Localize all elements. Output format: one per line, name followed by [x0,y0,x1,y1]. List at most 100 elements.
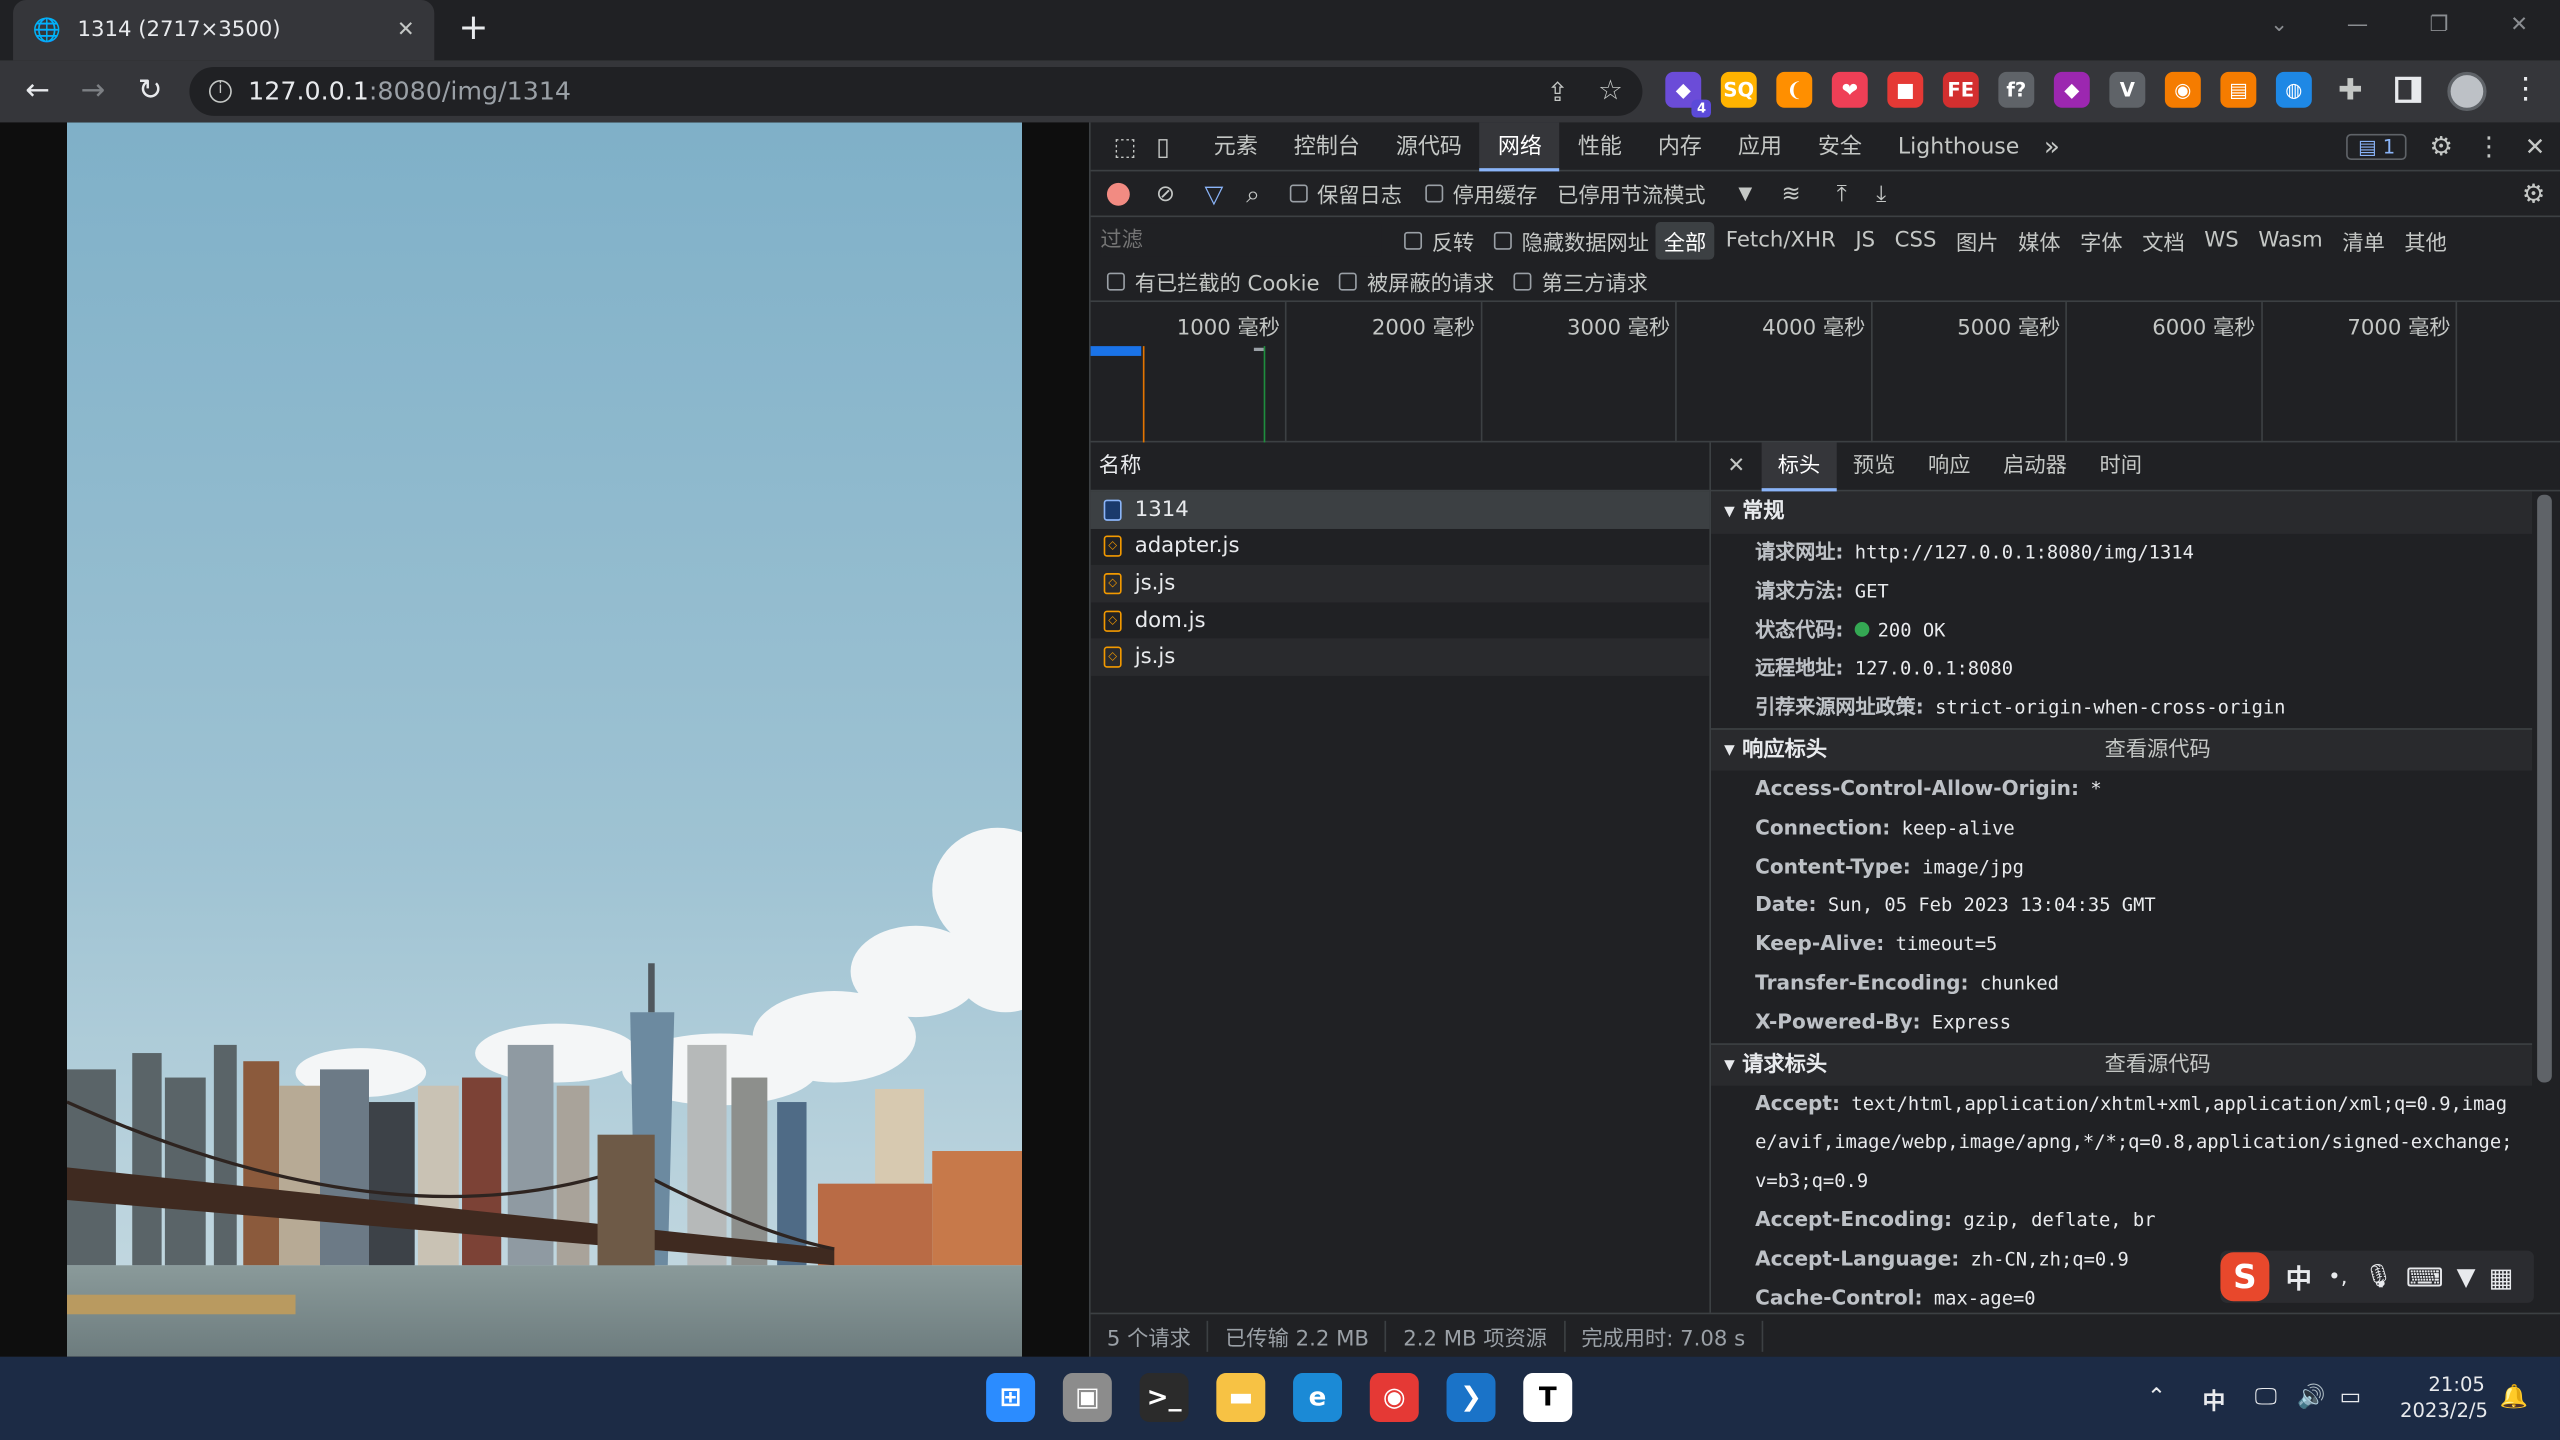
address-bar[interactable]: i 127.0.0.1:8080/img/1314 ⇪ ☆ [189,66,1643,116]
extensions-puzzle-icon[interactable]: ✚ [2338,73,2363,107]
ext-fx-icon[interactable]: f? [1998,71,2035,108]
ext-gem-icon[interactable]: ◆ [2053,71,2090,108]
clock[interactable]: 21:05 2023/2/5 [2400,1371,2488,1423]
sogou-logo-icon[interactable]: S [2220,1252,2270,1302]
network-conditions-icon[interactable]: ≋ [1782,180,1801,206]
task-view-icon[interactable]: ▣ [1062,1373,1112,1423]
type-filter[interactable]: JS [1847,224,1883,255]
tab-close-icon[interactable]: ✕ [397,18,415,42]
filter-icon[interactable]: ▽ [1204,179,1223,208]
details-scrollbar[interactable] [2532,488,2555,1312]
type-filter[interactable]: 媒体 [2010,221,2069,259]
type-filter[interactable]: WS [2196,224,2247,255]
request-row[interactable]: ◇ js.js [1090,565,1710,603]
ext-cookie-icon[interactable]: ◉ [2164,71,2201,108]
filter-input[interactable] [1100,223,1382,257]
chrome-menu-icon[interactable]: ⋮ [2511,72,2540,106]
details-tab[interactable]: 响应 [1912,442,1987,491]
network-overview-timeline[interactable]: 1000 毫秒 2000 毫秒 3000 毫秒 4000 毫秒 5000 毫秒 6000 … [1090,302,2560,443]
ext-fe-icon[interactable]: FE [1942,71,1979,108]
file-explorer-icon[interactable]: ▬ [1216,1373,1266,1423]
details-tab[interactable]: 时间 [2083,442,2158,491]
back-icon[interactable]: ← [18,73,57,109]
details-tab[interactable]: 标头 [1761,441,1837,491]
close-details-icon[interactable]: ✕ [1727,454,1745,478]
search-icon[interactable]: ⌕ [1246,179,1260,208]
record-button[interactable] [1106,182,1130,205]
import-har-icon[interactable]: ⤒ [1837,180,1847,206]
profile-avatar[interactable] [2447,71,2487,112]
ime-mic-icon[interactable]: 🎙 [2364,1264,2393,1290]
ime-keyboard-icon[interactable]: ⌨ [2406,1261,2444,1292]
ime-toolbox-icon[interactable]: ▦ [2489,1261,2514,1292]
throttle-select[interactable]: 已停用节流模式 [1557,178,1706,208]
request-row[interactable]: ◇ adapter.js [1091,528,1710,565]
devtools-tab[interactable]: 控制台 [1276,122,1378,171]
devtools-tab[interactable]: 网络 [1479,121,1560,171]
side-panel-icon[interactable] [2395,76,2422,103]
type-filter[interactable]: 图片 [1948,221,2007,259]
devtools-tab[interactable]: 性能 [1560,122,1640,171]
settings-gear-icon[interactable]: ⚙ [2430,131,2453,162]
chrome-icon[interactable]: ◉ [1369,1373,1419,1423]
scrollbar-thumb[interactable] [2537,494,2552,1083]
devtools-tab[interactable]: 内存 [1640,122,1720,171]
tab-search-icon[interactable]: ⌄ [2242,7,2317,46]
response-headers-section-header[interactable]: ▾ 响应标头 查看源代码 [1711,728,2533,771]
reload-icon[interactable]: ↻ [131,73,170,109]
typora-icon[interactable]: T [1523,1373,1573,1423]
share-icon[interactable]: ⇪ [1547,76,1569,107]
name-column-header[interactable]: 名称 [1090,442,1710,492]
issues-button[interactable]: ▤ 1 [2346,133,2407,160]
forward-icon[interactable]: → [73,73,112,109]
devtools-menu-icon[interactable]: ⋮ [2476,131,2502,162]
details-tab[interactable]: 启动器 [1987,442,2083,491]
type-filter[interactable]: 清单 [2334,221,2393,259]
restore-button[interactable]: ❐ [2402,7,2477,46]
clear-icon[interactable]: ⊘ [1156,180,1175,206]
volume-icon[interactable]: 🔊 [2297,1384,2325,1410]
notification-bell-icon[interactable]: 🔔 [2500,1384,2528,1410]
terminal-icon[interactable]: >_ [1139,1373,1189,1423]
third-party-checkbox[interactable] [1513,272,1532,291]
edge-icon[interactable]: e [1293,1373,1343,1423]
preserve-log-checkbox[interactable] [1289,184,1308,203]
minimize-button[interactable]: — [2320,7,2395,46]
request-row[interactable]: ◇ js.js [1090,638,1710,676]
disable-cache-checkbox[interactable] [1424,184,1443,203]
ext-flame-icon[interactable]: ❨ [1776,71,1813,108]
new-tab-button[interactable]: + [454,9,493,49]
ext-book-icon[interactable]: ▤ [2220,71,2257,108]
general-section-header[interactable]: ▾ 常规 [1711,491,2533,534]
hide-data-urls-checkbox[interactable] [1493,231,1512,249]
more-tabs-icon[interactable]: » [2044,131,2060,162]
network-settings-gear-icon[interactable]: ⚙ [2522,178,2545,209]
battery-icon[interactable]: ▭ [2340,1384,2362,1410]
device-toolbar-icon[interactable]: ▯ [1156,131,1169,160]
details-tab[interactable]: 预览 [1837,442,1912,491]
ext-globe-icon[interactable]: ◍ [2275,71,2312,108]
devtools-tab[interactable]: 安全 [1800,122,1880,171]
devtools-tab[interactable]: 应用 [1720,122,1800,171]
request-row[interactable]: ◇ dom.js [1091,602,1710,639]
type-filter[interactable]: Fetch/XHR [1718,224,1844,255]
ime-tray-indicator[interactable]: 中 [2202,1384,2225,1417]
devtools-tab[interactable]: 元素 [1196,122,1276,171]
browser-tab[interactable]: 🌐 1314 (2717×3500) ✕ [13,0,435,61]
view-source-link[interactable]: 查看源代码 [2105,738,2211,762]
chevron-down-icon[interactable]: ▼ [1738,183,1752,204]
start-icon[interactable]: ⊞ [986,1373,1036,1423]
type-filter[interactable]: 字体 [2072,221,2131,259]
export-har-icon[interactable]: ⤓ [1876,180,1886,206]
type-filter[interactable]: CSS [1887,224,1945,255]
vscode-icon[interactable]: ❯ [1446,1373,1496,1423]
request-row[interactable]: 1314 [1090,491,1710,529]
blocked-requests-checkbox[interactable] [1339,272,1358,291]
type-filter[interactable]: Wasm [2250,224,2331,255]
request-headers-section-header[interactable]: ▾ 请求标头 查看源代码 [1711,1042,2533,1085]
devtools-tab[interactable]: Lighthouse [1880,122,2037,171]
network-icon[interactable]: 🖵 [2255,1384,2277,1410]
bookmark-star-icon[interactable]: ☆ [1598,75,1623,108]
invert-checkbox[interactable] [1404,231,1423,249]
ext-cube-icon[interactable]: ■ [1887,71,1924,108]
